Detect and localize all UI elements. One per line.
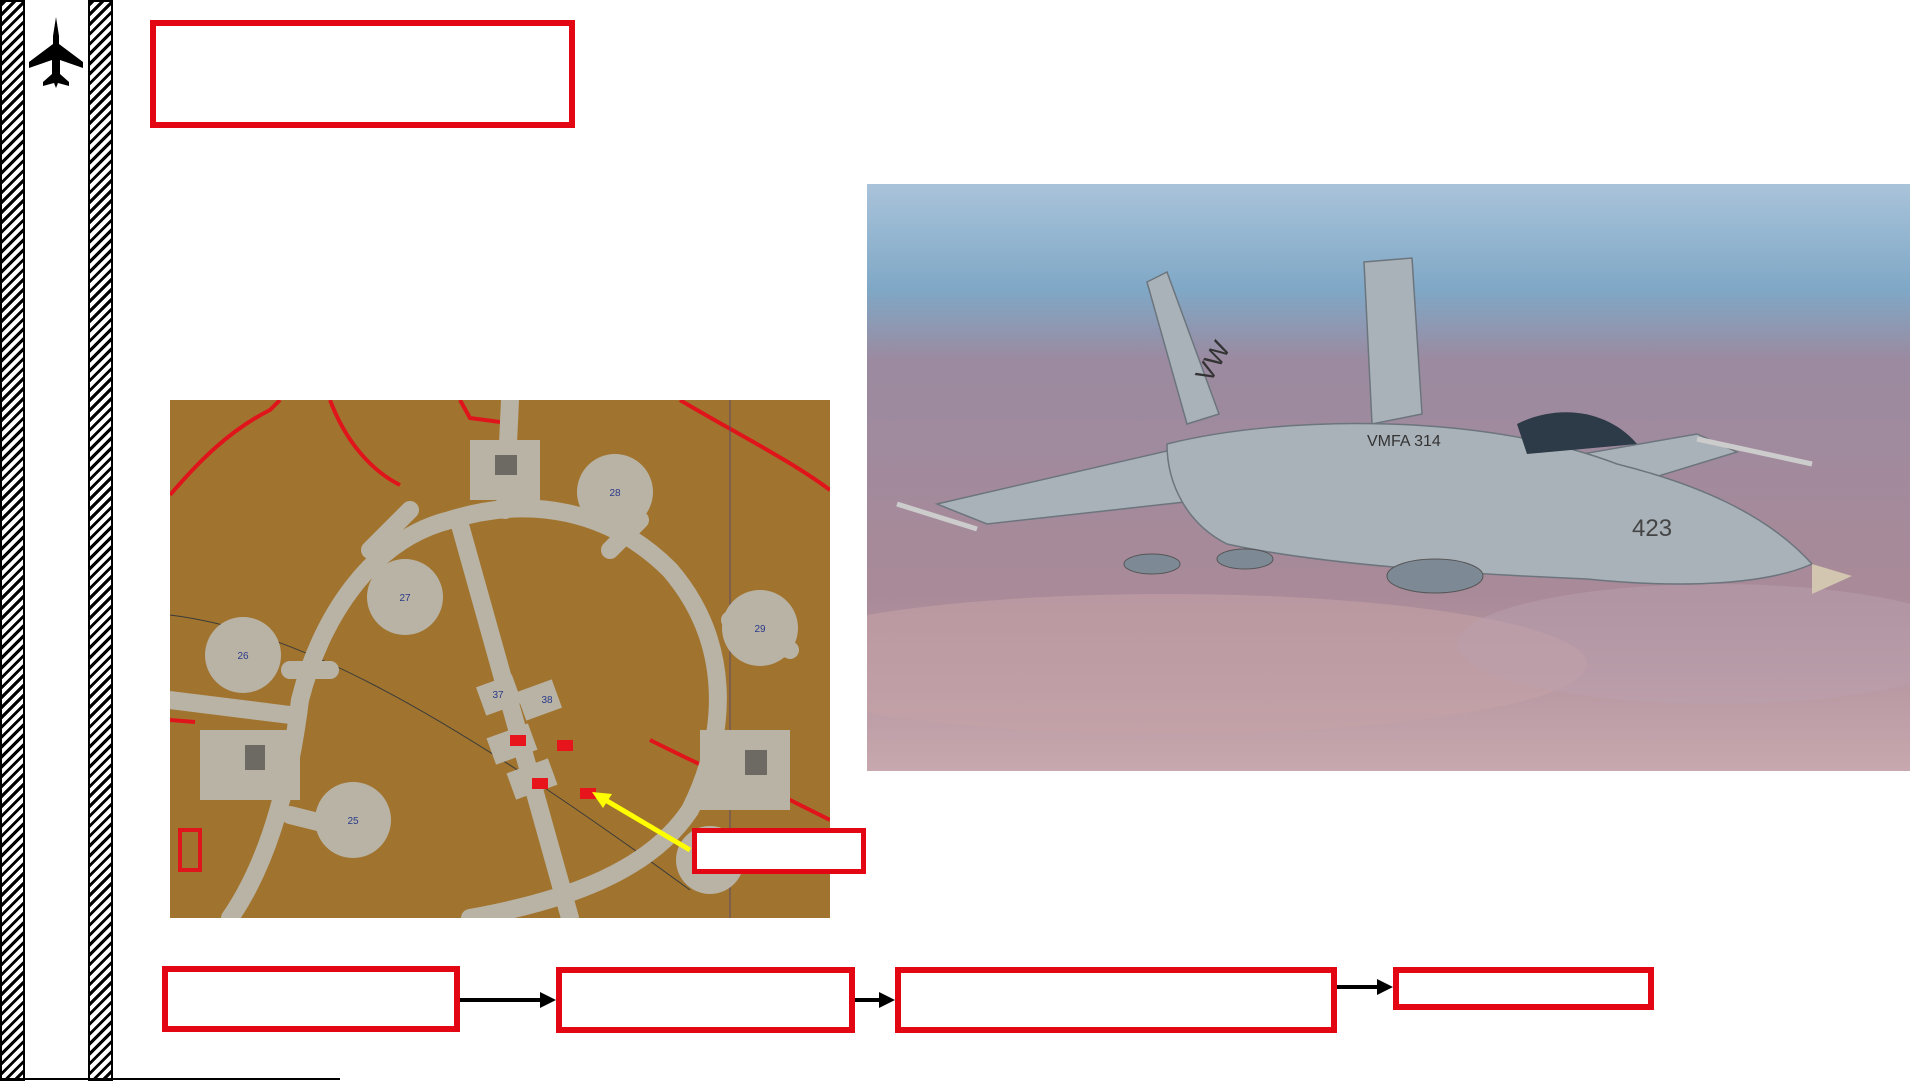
left-hatch-border [0, 0, 25, 1081]
aircraft-photo: VW VMFA 314 423 [867, 184, 1910, 771]
pad-label: 27 [399, 593, 411, 604]
fuselage-text: VMFA 314 [1367, 433, 1441, 450]
step-1-callout [162, 966, 460, 1032]
title-callout [150, 20, 575, 128]
arrow-step2-to-step3 [855, 992, 895, 1008]
pad-label: 25 [347, 816, 359, 827]
right-hatch-border [88, 0, 113, 1081]
pad-label: 29 [754, 624, 766, 635]
arrow-step1-to-step2 [460, 992, 556, 1008]
pad-label: 28 [609, 488, 621, 499]
step-2-callout [556, 967, 855, 1033]
step-3-callout [895, 967, 1337, 1033]
nose-number: 423 [1632, 515, 1672, 542]
footer-divider [0, 1078, 340, 1080]
pad-label: 37 [492, 690, 504, 701]
fighter-jet-icon [25, 14, 88, 94]
pad-label: 38 [541, 695, 553, 706]
map-label-callout [692, 828, 866, 874]
step-4-callout [1393, 967, 1654, 1010]
arrow-step3-to-step4 [1337, 979, 1393, 995]
pad-label: 26 [237, 651, 249, 662]
